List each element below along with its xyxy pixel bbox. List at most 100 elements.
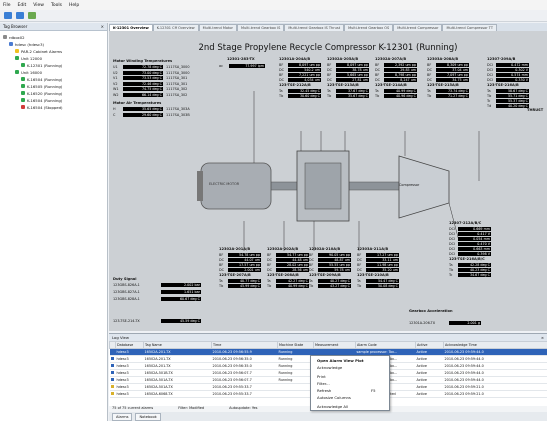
measurement-value[interactable]: 11.98 um pp	[366, 263, 399, 268]
measurement-value[interactable]: 2,392 um pp	[384, 63, 417, 68]
measurement-value[interactable]: 35.20 um	[366, 268, 399, 273]
view-tab[interactable]: K-12301 Cff Overview	[152, 24, 199, 31]
measurement-value[interactable]: 37.04 um	[436, 68, 469, 73]
tree-node[interactable]: K-16504 (Running)	[21, 76, 62, 82]
measurement-value[interactable]: 7,221 um pp	[288, 73, 321, 78]
measurement-value[interactable]: 30.60 deg C	[288, 94, 321, 99]
measurement-value[interactable]: 37.67 deg C	[336, 89, 369, 94]
measurement-value[interactable]: 1.651 bar	[161, 290, 201, 295]
menu-acknowledge-all[interactable]: Acknowledge All	[317, 404, 348, 409]
measurement-value[interactable]: 0.574 mm	[496, 73, 529, 78]
measurement-value[interactable]: 8,097 um pp	[336, 63, 369, 68]
measurement-value[interactable]: 34.67 deg C	[458, 273, 491, 278]
measurement-value[interactable]: 73.00 deg C	[123, 70, 163, 75]
electric-motor[interactable]	[200, 162, 272, 210]
measurement-value[interactable]: 54.47 deg C	[366, 279, 399, 284]
column-header[interactable]: Time	[211, 341, 278, 349]
measurement-value[interactable]: 50.08 deg C	[366, 284, 399, 289]
measurement-value[interactable]: 90.05 um pp	[318, 253, 351, 258]
measurement-value[interactable]: 2.001 g	[449, 321, 481, 326]
measurement-value[interactable]: 29.85 um	[384, 68, 417, 73]
column-header[interactable]: Active	[415, 341, 444, 349]
measurement-value[interactable]: 0.470 V	[458, 242, 491, 247]
view-tab[interactable]: Multi-trend Gearbox OS	[344, 24, 394, 31]
measurement-value[interactable]: 0.302 V	[496, 68, 529, 73]
measurement-value[interactable]: 66.14 deg C	[123, 92, 163, 97]
menu-file[interactable]: File	[3, 3, 11, 8]
measurement-value[interactable]: 5,665 um pp	[336, 73, 369, 78]
measurement-value[interactable]: 40.96 deg C	[384, 94, 417, 99]
measurement-value[interactable]: 40.27 deg C	[318, 279, 351, 284]
tree-node[interactable]: K-16504 (Running)	[21, 97, 62, 103]
measurement-value[interactable]: 45.59 deg C	[161, 319, 201, 324]
measurement-value[interactable]: 7,097 um pp	[436, 73, 469, 78]
tree-node[interactable]: K-16520 (Running)	[21, 90, 62, 96]
measurement-value[interactable]: 17.57 um pp	[228, 263, 261, 268]
measurement-value[interactable]: 8,097 um pp	[288, 63, 321, 68]
measurement-value[interactable]: 72.78 deg C	[123, 65, 163, 70]
back-icon[interactable]	[4, 12, 12, 19]
tree-node[interactable]: K-12301 (Running)	[21, 62, 62, 68]
measurement-value[interactable]: 42.28 deg C	[458, 263, 491, 268]
measurement-value[interactable]: 73.74 deg C	[436, 89, 469, 94]
measurement-value[interactable]: 45.99 deg C	[228, 284, 261, 289]
column-header[interactable]: Database	[115, 341, 144, 349]
tree-node[interactable]: K-16505 (Running)	[21, 83, 62, 89]
tab-alarms[interactable]: Alarms	[112, 412, 133, 421]
measurement-value[interactable]: 0.472 mm	[496, 63, 529, 68]
measurement-value[interactable]: 73.53 deg C	[123, 76, 163, 81]
view-tab[interactable]: Multi-trend Gearbox IS	[236, 24, 285, 31]
measurement-value[interactable]: 42.27 deg C	[276, 279, 309, 284]
measurement-value[interactable]: 32.45 deg C	[288, 89, 321, 94]
measurement-value[interactable]: 0.669 mm	[458, 227, 491, 232]
measurement-value[interactable]: 2.001 um	[228, 268, 261, 273]
menu-acknowledge[interactable]: Acknowledge	[317, 365, 342, 370]
measurement-value[interactable]: 54.77 um pp	[276, 253, 309, 258]
measurement-value[interactable]: 0.663 mm	[458, 247, 491, 252]
measurement-value[interactable]: 28.56 um	[276, 268, 309, 273]
menu-edit[interactable]: Edit	[18, 3, 27, 8]
tree-node[interactable]: Unit 16000	[15, 69, 42, 75]
measurement-value[interactable]: 0.398 V	[458, 252, 491, 257]
measurement-value[interactable]: 72.46 deg C	[123, 81, 163, 86]
view-tab[interactable]: Multi-trend Compressor	[393, 24, 443, 31]
tree-node[interactable]: rdbox02	[3, 34, 25, 40]
tree-node[interactable]: PAR-2 Cabinet Alarms	[15, 48, 62, 54]
measurement-value[interactable]: 48.87 um	[318, 258, 351, 263]
measurement-value[interactable]: 59.78 um	[318, 268, 351, 273]
measurement-value[interactable]: 77.997 ipm	[229, 64, 265, 69]
view-tab[interactable]: Multi-trend Compressor TT	[442, 24, 497, 31]
measurement-value[interactable]: 35.65 deg C	[123, 107, 163, 112]
measurement-value[interactable]: 40.77 deg C	[228, 279, 261, 284]
close-icon[interactable]: ×	[541, 335, 544, 340]
measurement-value[interactable]: 74.75 deg C	[123, 87, 163, 92]
tree-node[interactable]: K-16504 (Stopped)	[21, 104, 63, 110]
measurement-value[interactable]: 71.27 deg C	[436, 94, 469, 99]
measurement-value[interactable]: 0.417 V	[458, 232, 491, 237]
close-icon[interactable]: ×	[101, 24, 104, 29]
measurement-value[interactable]: 40.99 deg C	[384, 89, 417, 94]
measurement-value[interactable]: 29.60 deg C	[123, 112, 163, 117]
tab-notebook[interactable]: Notebook	[135, 412, 161, 421]
tree-node[interactable]: Unit 12000	[15, 55, 42, 61]
column-header[interactable]: Machine State	[277, 341, 314, 349]
column-header[interactable]: Tag Name	[143, 341, 212, 349]
measurement-value[interactable]: 44.07 um	[228, 258, 261, 263]
measurement-value[interactable]: 58.67 deg C	[496, 89, 529, 94]
measurement-value[interactable]: 55.71 deg C	[496, 94, 529, 99]
measurement-value[interactable]: 4,034 um	[288, 78, 321, 83]
view-tab[interactable]: K-12301 Overview	[109, 24, 153, 31]
measurement-value[interactable]: 0.330 V	[496, 78, 529, 83]
measurement-value[interactable]: 55.37 deg C	[496, 99, 529, 104]
measurement-value[interactable]: 35.67 deg C	[336, 94, 369, 99]
measurement-value[interactable]: 44.48 um	[276, 258, 309, 263]
menu-print[interactable]: Print	[317, 374, 326, 379]
menu-open-alarm-view-plot[interactable]: Open Alarm View Plot	[317, 358, 364, 363]
measurement-value[interactable]: 33.11 um	[366, 258, 399, 263]
measurement-value[interactable]: 8,798 um pp	[384, 73, 417, 78]
measurement-value[interactable]: 0.054 mm	[458, 237, 491, 242]
measurement-value[interactable]: 54.78 um pp	[228, 253, 261, 258]
measurement-value[interactable]: 8,309 um pp	[436, 63, 469, 68]
menu-filter[interactable]: Filter...	[317, 381, 330, 386]
tree-node[interactable]: hdesc (hdesc3)	[9, 41, 44, 47]
